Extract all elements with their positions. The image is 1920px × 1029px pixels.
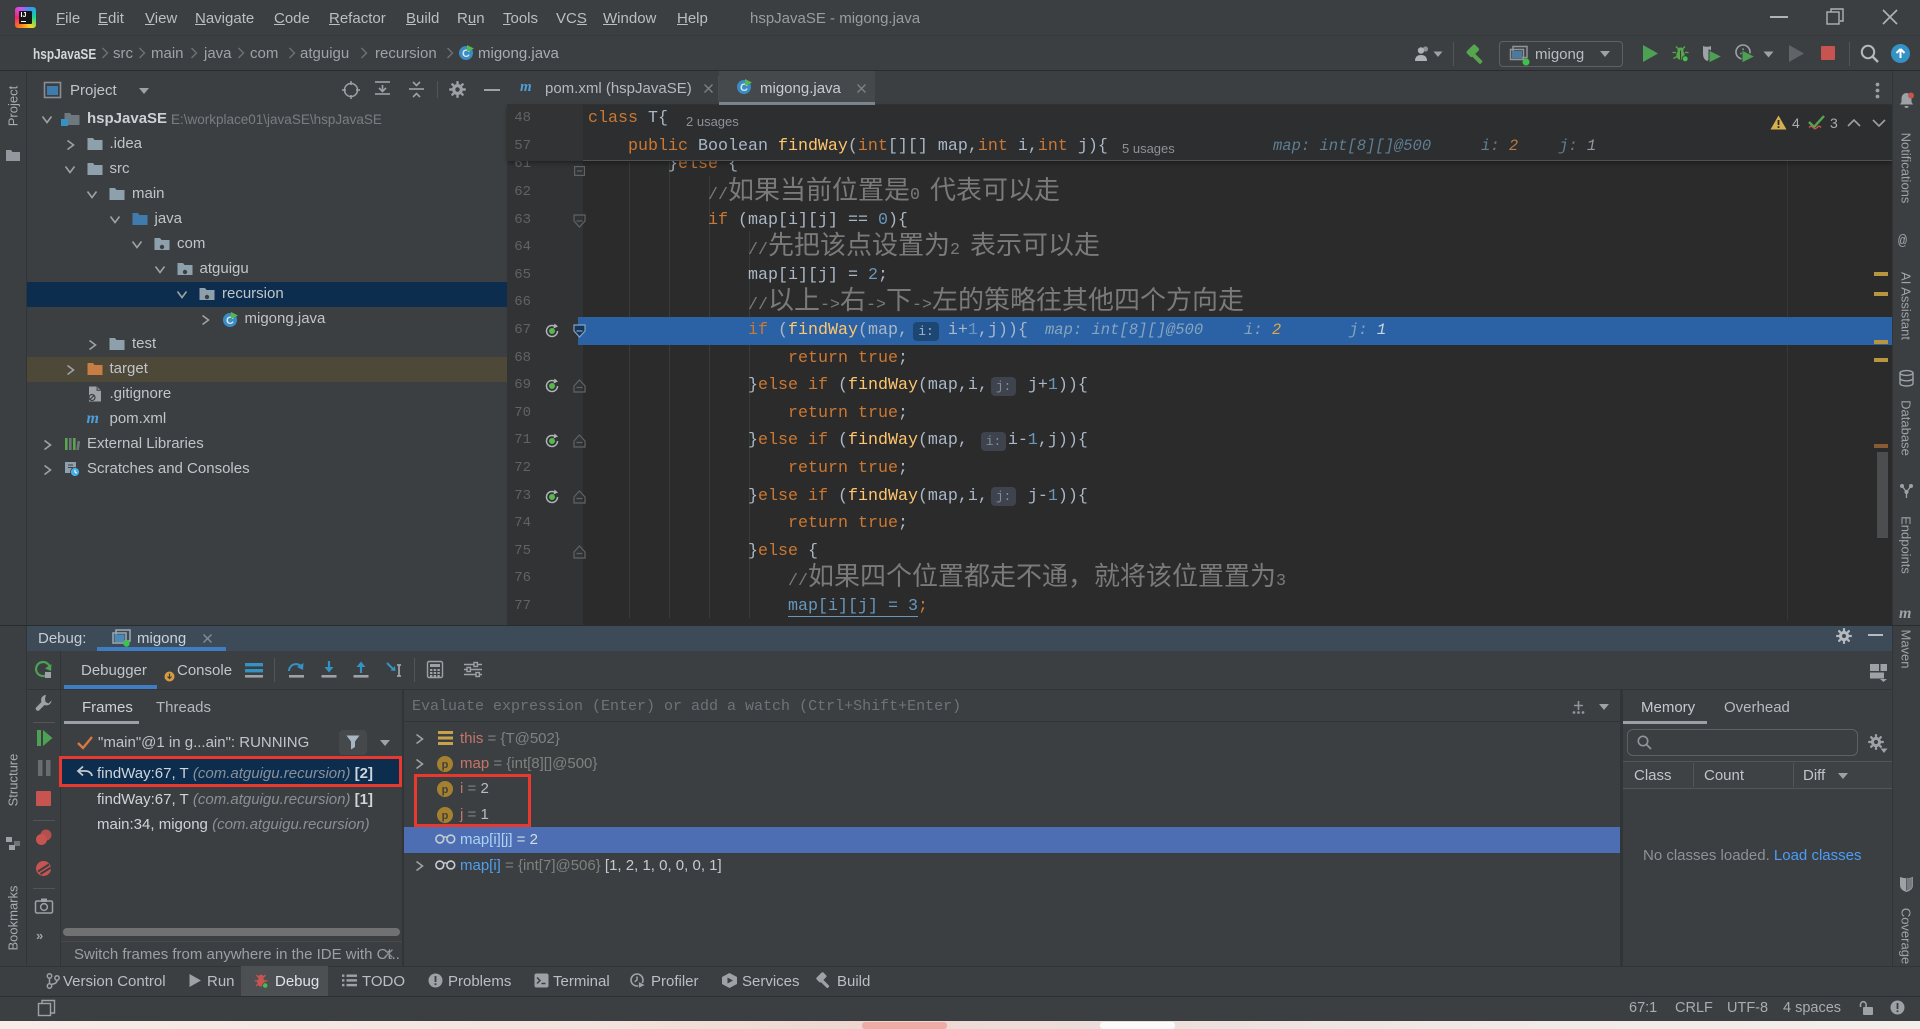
- svg-text:p: p: [442, 759, 449, 771]
